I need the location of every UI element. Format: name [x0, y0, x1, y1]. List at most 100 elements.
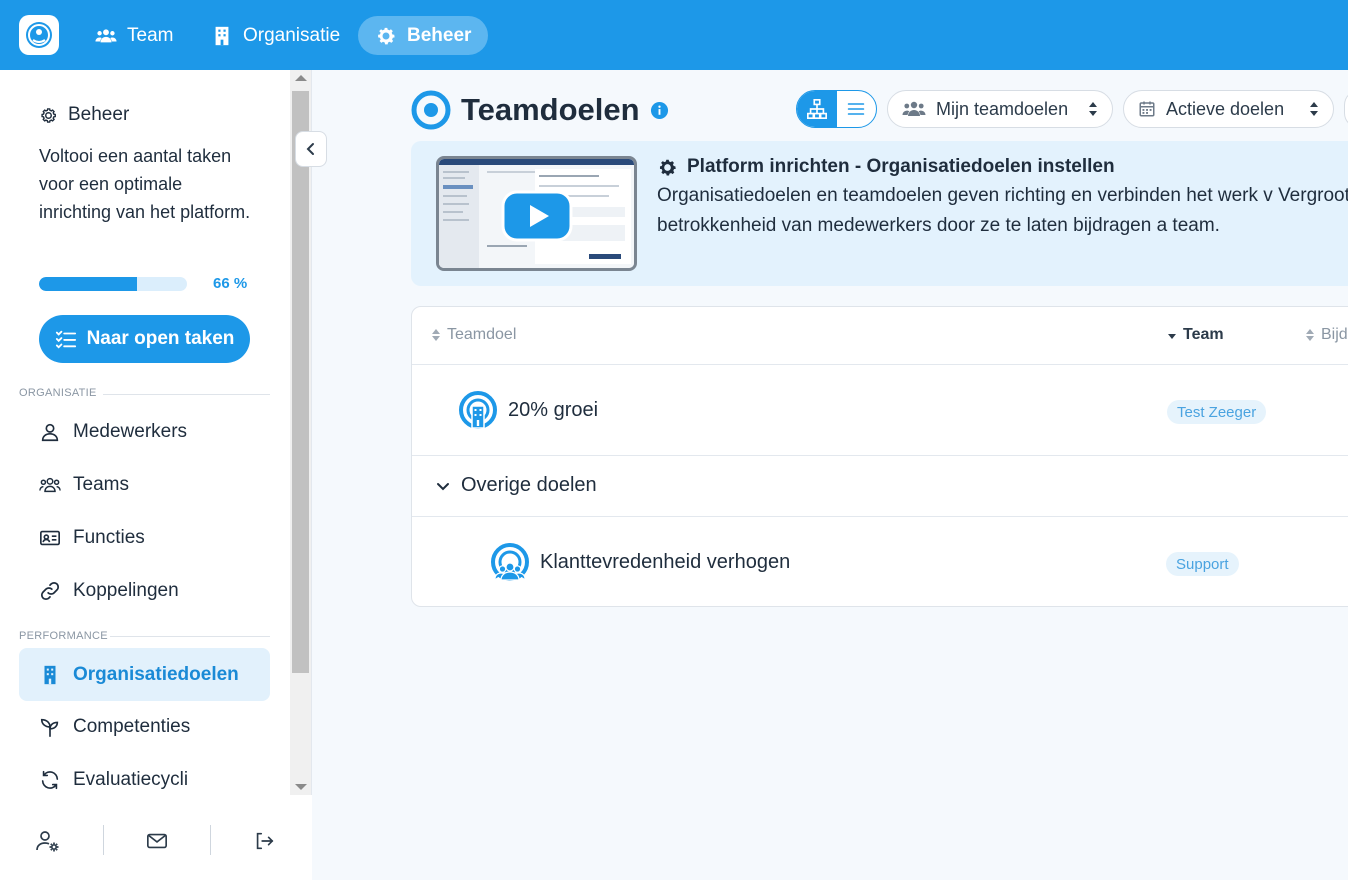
- team-goal-icon: [491, 543, 529, 581]
- open-tasks-label: Naar open taken: [86, 328, 235, 349]
- link-icon: [40, 581, 60, 600]
- id-card-icon: [40, 530, 60, 545]
- chevron-down-icon: [437, 482, 449, 490]
- user-settings-button[interactable]: [33, 826, 63, 856]
- gear-icon: [41, 107, 56, 123]
- setup-progress-label: 66 %: [213, 275, 248, 292]
- list-view-button[interactable]: [837, 91, 877, 127]
- refresh-icon: [41, 770, 59, 789]
- banner-title-text: Platform inrichten - Organisatiedoelen i…: [687, 156, 1115, 177]
- sprout-icon: [40, 718, 59, 737]
- section-divider: [110, 636, 270, 637]
- more-filter-select[interactable]: [1344, 90, 1348, 128]
- sidebar-beheer-header: Beheer: [39, 104, 129, 126]
- nav-organisatie[interactable]: Organisatie: [194, 16, 357, 55]
- footer-separator: [210, 825, 211, 855]
- scroll-up-arrow-icon[interactable]: [295, 75, 307, 81]
- open-tasks-button[interactable]: Naar open taken: [39, 315, 250, 363]
- video-thumbnail[interactable]: [436, 156, 637, 271]
- beheer-title: Beheer: [68, 104, 130, 125]
- nav-organisatie-label: Organisatie: [243, 24, 341, 46]
- logout-icon: [256, 832, 274, 850]
- top-navigation: Team Organisatie Beheer: [0, 0, 1348, 70]
- sidebar-item-label: Evaluatiecycli: [73, 768, 189, 790]
- nav-beheer[interactable]: Beheer: [358, 16, 489, 55]
- page-title: Teamdoelen: [411, 90, 669, 130]
- table-divider: [412, 455, 1348, 456]
- team-badge: Test Zeeger: [1167, 400, 1267, 424]
- status-filter-select[interactable]: Actieve doelen: [1123, 90, 1334, 128]
- sidebar-item-label: Medewerkers: [73, 420, 188, 442]
- chevron-left-icon: [306, 143, 314, 155]
- goal-title: 20% groei: [508, 398, 599, 421]
- play-button-icon[interactable]: [501, 190, 573, 242]
- table-row[interactable]: 20% groei: [458, 390, 598, 430]
- goal-title: Klanttevredenheid verhogen: [540, 550, 791, 573]
- sidebar-scrollbar-thumb[interactable]: [292, 91, 309, 673]
- sidebar-item-teams[interactable]: Teams: [19, 458, 270, 511]
- column-header-bijdrage[interactable]: Bijdr: [1305, 326, 1348, 344]
- setup-progress-fill: [39, 277, 137, 291]
- page-title-text: Teamdoelen: [461, 92, 640, 127]
- column-header-label: Teamdoel: [447, 326, 517, 343]
- sidebar-item-competenties[interactable]: Competenties: [19, 700, 270, 753]
- column-header-label: Bijdr: [1321, 326, 1348, 343]
- beheer-description: Voltooi een aantal taken voor een optima…: [39, 146, 251, 222]
- mail-icon: [147, 833, 167, 849]
- sidebar-item-functies[interactable]: Functies: [19, 511, 270, 564]
- hierarchy-icon: [806, 99, 827, 119]
- users-icon: [39, 477, 61, 492]
- task-list-icon: [55, 330, 76, 349]
- gear-icon: [378, 27, 395, 44]
- sidebar-item-medewerkers[interactable]: Medewerkers: [19, 405, 270, 458]
- target-icon: [411, 90, 451, 130]
- sidebar-item-organisatiedoelen[interactable]: Organisatiedoelen: [19, 648, 270, 701]
- section-divider: [103, 394, 270, 395]
- sidebar-item-label: Competenties: [73, 715, 191, 737]
- section-label-performance: PERFORMANCE: [19, 630, 108, 642]
- logo-icon: [26, 22, 52, 48]
- nav-team-label: Team: [127, 24, 174, 46]
- status-filter-value: Actieve doelen: [1166, 98, 1285, 119]
- sidebar-item-label: Koppelingen: [73, 579, 179, 601]
- sidebar-item-label: Organisatiedoelen: [73, 663, 239, 685]
- column-header-label: Team: [1183, 326, 1224, 343]
- info-icon[interactable]: [650, 101, 669, 120]
- nav-beheer-label: Beheer: [407, 24, 472, 46]
- table-divider: [412, 516, 1348, 517]
- banner-description: Organisatiedoelen en teamdoelen geven ri…: [657, 185, 1348, 236]
- user-icon: [41, 423, 59, 441]
- team-badge: Support: [1166, 552, 1239, 576]
- organisation-goal-icon: [459, 391, 497, 429]
- users-icon: [95, 28, 117, 42]
- logout-button[interactable]: [249, 826, 279, 856]
- sort-arrows-icon: [1310, 102, 1318, 116]
- messages-button[interactable]: [142, 826, 172, 856]
- building-icon: [215, 26, 229, 45]
- section-label-organisatie: ORGANISATIE: [19, 387, 97, 399]
- sidebar-item-label: Teams: [73, 473, 129, 495]
- users-icon: [902, 101, 926, 116]
- table-row[interactable]: Klanttevredenheid verhogen: [490, 542, 790, 582]
- group-toggle-overige-doelen[interactable]: Overige doelen: [435, 474, 597, 497]
- gear-icon: [659, 159, 676, 175]
- group-label: Overige doelen: [461, 474, 597, 496]
- list-icon: [848, 103, 865, 115]
- footer-separator: [103, 825, 104, 855]
- sort-desc-icon: [1168, 334, 1176, 339]
- scope-filter-select[interactable]: Mijn teamdoelen: [887, 90, 1113, 128]
- view-toggle: [796, 90, 877, 128]
- column-header-team[interactable]: Team: [1167, 326, 1224, 344]
- column-header-teamdoel[interactable]: Teamdoel: [431, 326, 516, 344]
- nav-team[interactable]: Team: [78, 16, 190, 55]
- scroll-down-arrow-icon[interactable]: [295, 784, 307, 790]
- scope-filter-value: Mijn teamdoelen: [936, 98, 1069, 119]
- sidebar-border: [311, 70, 312, 880]
- table-divider: [412, 364, 1348, 365]
- app-logo[interactable]: [19, 15, 59, 55]
- sidebar-item-label: Functies: [73, 526, 145, 548]
- tree-view-button[interactable]: [797, 91, 837, 127]
- sidebar-item-koppelingen[interactable]: Koppelingen: [19, 564, 270, 617]
- sort-arrows-icon: [1306, 329, 1314, 341]
- collapse-sidebar-button[interactable]: [295, 131, 327, 167]
